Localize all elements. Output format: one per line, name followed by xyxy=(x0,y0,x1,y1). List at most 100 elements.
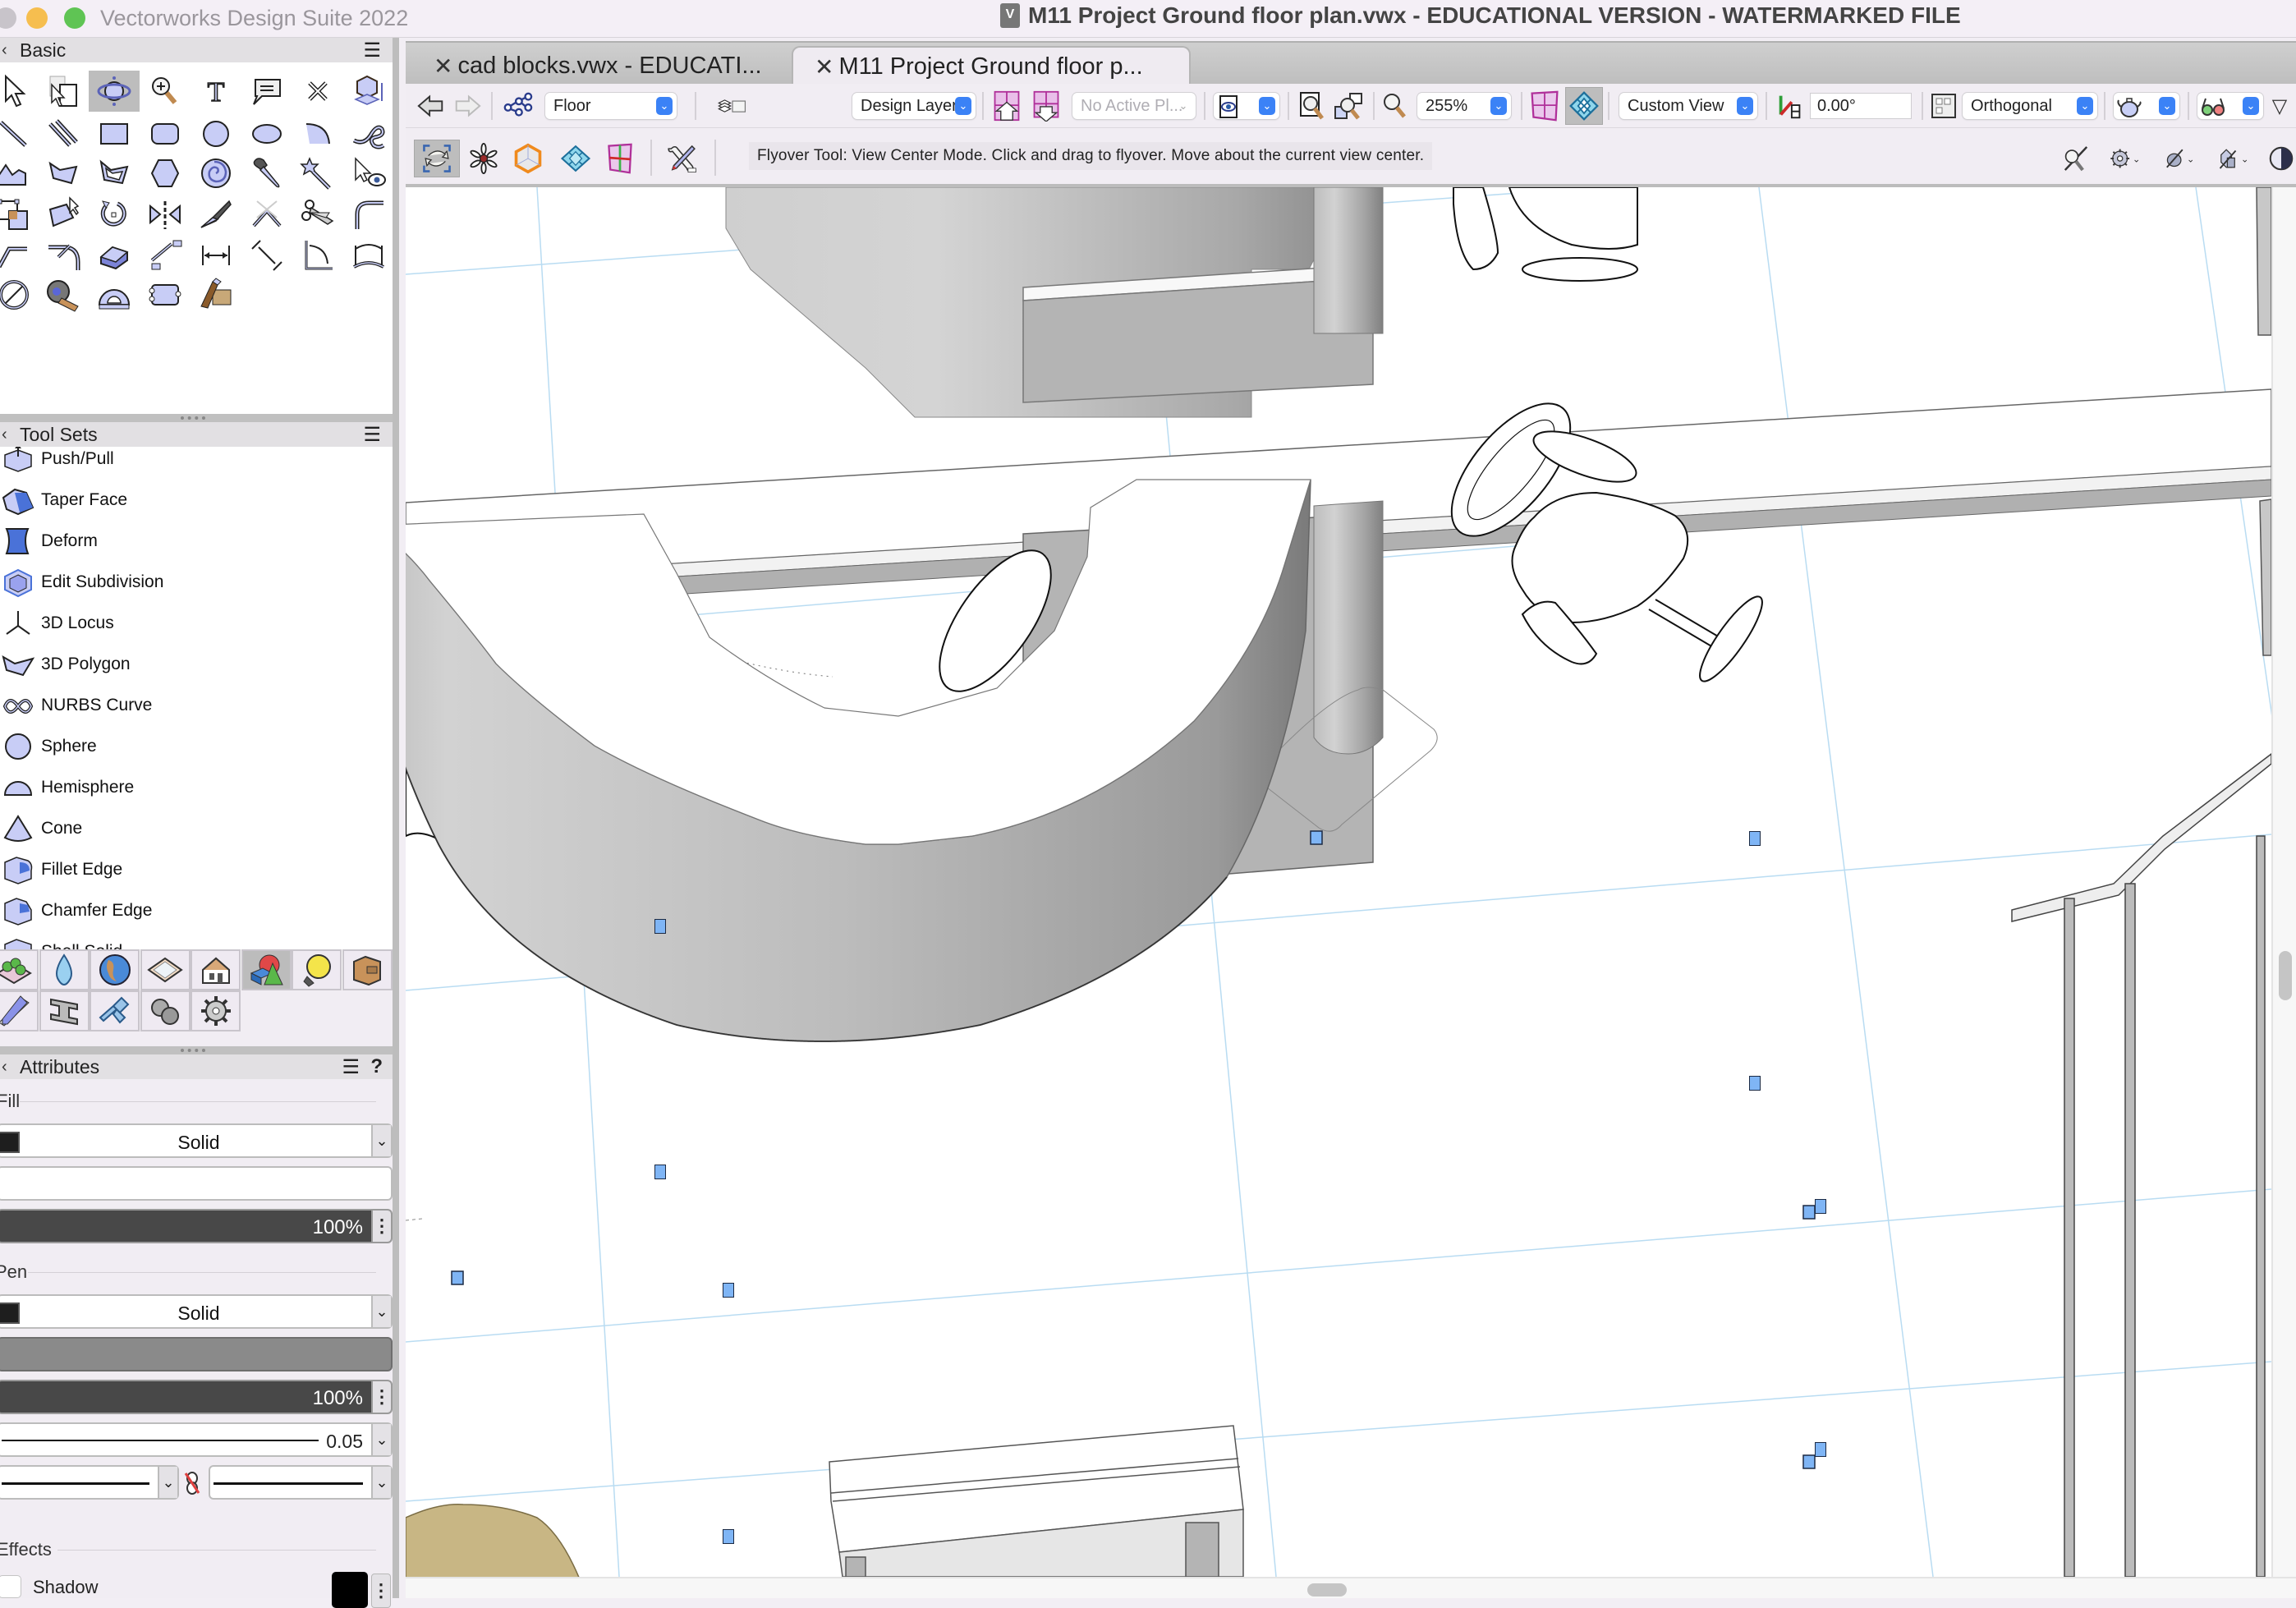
tool-set-item[interactable]: Cone xyxy=(0,808,393,849)
tape-measure-tool[interactable] xyxy=(38,274,89,315)
close-tab-icon[interactable]: ✕ xyxy=(815,53,833,80)
rectangle-tool[interactable] xyxy=(89,113,140,154)
tool-set-site-planning[interactable] xyxy=(0,949,39,990)
selection-handle[interactable] xyxy=(1749,1076,1761,1091)
text-tool[interactable]: T xyxy=(191,71,241,112)
angle-tool[interactable] xyxy=(292,235,343,276)
connect-combine-tool[interactable] xyxy=(241,194,292,235)
standard-view-select[interactable]: Custom View ⌄ xyxy=(1619,93,1757,119)
tool-set-3d-modeling[interactable] xyxy=(241,949,292,990)
fill-opacity-menu-icon[interactable]: ⋮ xyxy=(371,1211,391,1242)
drawing-canvas[interactable] xyxy=(406,187,2271,1577)
line-thickness-dropdown[interactable]: 0.05 ⌄ xyxy=(0,1422,393,1457)
tab-cad-blocks[interactable]: ✕ cad blocks.vwx - EDUCATI... xyxy=(406,46,795,85)
collapse-icon[interactable]: ‹ xyxy=(2,425,16,444)
collapse-icon[interactable]: ‹ xyxy=(2,41,16,60)
close-window-button[interactable] xyxy=(0,7,16,29)
split-tool[interactable] xyxy=(191,194,241,235)
attribute-mapping-tool[interactable] xyxy=(191,274,241,315)
pen-opacity-menu-icon[interactable]: ⋮ xyxy=(371,1381,391,1413)
tool-set-plumbing-pipe[interactable] xyxy=(90,990,140,1031)
selection-handle[interactable] xyxy=(1815,1442,1826,1457)
visibility-wand-tool[interactable] xyxy=(292,153,343,194)
pen-color-bar[interactable] xyxy=(0,1337,393,1371)
projection-select[interactable]: Orthogonal ⌄ xyxy=(1963,93,2097,119)
vertical-scrollbar[interactable] xyxy=(2271,187,2296,1577)
palette-menu-icon[interactable]: ☰ xyxy=(363,39,381,62)
tool-set-dims-notes[interactable] xyxy=(0,990,39,1031)
angular-dimension-tool[interactable] xyxy=(241,235,292,276)
tool-set-building-shell[interactable] xyxy=(191,949,241,990)
end-marker-dropdown[interactable]: ⌄ xyxy=(209,1465,393,1500)
render-mode-select[interactable]: ⌄ xyxy=(2114,93,2179,119)
move-by-points-tool[interactable] xyxy=(140,235,191,276)
trim-tool[interactable] xyxy=(292,194,343,235)
circle-tool[interactable] xyxy=(191,113,241,154)
oval-tool[interactable] xyxy=(241,113,292,154)
back-arrow-icon[interactable] xyxy=(416,90,447,122)
callout-tool[interactable] xyxy=(241,71,292,112)
gear-dropdown[interactable]: ⌄ xyxy=(2101,140,2150,177)
tool-set-item[interactable]: Deform xyxy=(0,521,393,562)
plane-center-mode-icon[interactable] xyxy=(603,141,637,176)
tool-set-item[interactable]: Chamfer Edge xyxy=(0,890,393,931)
freehand-tool[interactable] xyxy=(343,113,394,154)
contrast-icon[interactable] xyxy=(2263,140,2296,177)
shadow-options-icon[interactable]: ⋮ xyxy=(371,1574,391,1608)
shadow-color-swatch[interactable] xyxy=(332,1572,368,1608)
tool-set-item[interactable]: 3D Polygon xyxy=(0,644,393,685)
fill-color-swatch[interactable] xyxy=(0,1132,20,1153)
palette-menu-icon[interactable]: ☰ xyxy=(342,1055,360,1079)
tool-set-lighting[interactable] xyxy=(292,949,342,990)
rounded-rectangle-tool[interactable] xyxy=(140,113,191,154)
layer-down-icon[interactable] xyxy=(1030,89,1063,123)
eraser-tool[interactable] xyxy=(89,235,140,276)
object-center-mode-icon[interactable] xyxy=(511,141,545,176)
flyover-settings-icon[interactable] xyxy=(2058,140,2094,177)
pen-style-dropdown[interactable]: Solid ⌄ xyxy=(0,1294,393,1329)
offset-tool[interactable] xyxy=(38,235,89,276)
fill-opacity-slider[interactable]: 100% ⋮ xyxy=(0,1209,393,1243)
chevron-down-icon[interactable]: ⌄ xyxy=(371,1296,391,1327)
double-line-polygon-tool[interactable] xyxy=(89,153,140,194)
close-tab-icon[interactable]: ✕ xyxy=(434,53,452,80)
fit-to-window-icon[interactable] xyxy=(1297,90,1327,122)
tool-set-machine-components[interactable] xyxy=(191,990,241,1031)
tool-set-item[interactable]: 3D Locus xyxy=(0,603,393,644)
class-select[interactable]: Floor ⌄ xyxy=(545,93,677,119)
3d-view-icon[interactable] xyxy=(1565,87,1603,125)
pen-color-swatch[interactable] xyxy=(0,1302,20,1324)
palette-menu-icon[interactable]: ☰ xyxy=(363,423,381,447)
rotate-tool[interactable] xyxy=(89,194,140,235)
line-tool[interactable] xyxy=(0,113,39,154)
tool-set-item[interactable]: NURBS Curve xyxy=(0,685,393,726)
double-line-tool[interactable] xyxy=(38,113,89,154)
forward-arrow-icon[interactable] xyxy=(452,90,483,122)
tool-set-landscape-water[interactable] xyxy=(39,949,90,990)
tool-preferences-icon[interactable] xyxy=(662,140,701,177)
plane-rotation-icon[interactable] xyxy=(1774,90,1807,122)
regular-polygon-tool[interactable] xyxy=(140,153,191,194)
2d-reshape-tool[interactable] xyxy=(38,194,89,235)
fit-to-objects-icon[interactable] xyxy=(1334,90,1365,122)
dimension-tool[interactable] xyxy=(191,235,241,276)
chevron-down-icon[interactable]: ⌄ xyxy=(371,1424,391,1455)
collapse-icon[interactable]: ‹ xyxy=(2,1058,16,1077)
top-plan-view-icon[interactable] xyxy=(1527,89,1562,123)
chevron-down-icon[interactable]: ⌄ xyxy=(371,1125,391,1156)
mirror-tool[interactable] xyxy=(140,194,191,235)
tool-set-item[interactable]: Push/Pull xyxy=(0,447,393,480)
tool-set-geo-globe[interactable] xyxy=(90,949,140,990)
eyedropper-tool[interactable] xyxy=(241,153,292,194)
tab-m11-project[interactable]: ✕ M11 Project Ground floor p... xyxy=(792,46,1191,85)
arc-tool[interactable] xyxy=(292,113,343,154)
link-markers-icon[interactable] xyxy=(184,1470,200,1496)
layer-up-icon[interactable] xyxy=(990,89,1023,123)
palette-splitter[interactable] xyxy=(0,1046,393,1054)
tool-set-detailing-fasteners[interactable] xyxy=(140,990,191,1031)
fill-pattern-field[interactable] xyxy=(0,1166,393,1201)
tool-set-item[interactable]: Hemisphere xyxy=(0,767,393,808)
protractor-tool[interactable] xyxy=(89,274,140,315)
reshape-tool[interactable] xyxy=(0,194,39,235)
help-icon[interactable]: ? xyxy=(370,1055,383,1078)
